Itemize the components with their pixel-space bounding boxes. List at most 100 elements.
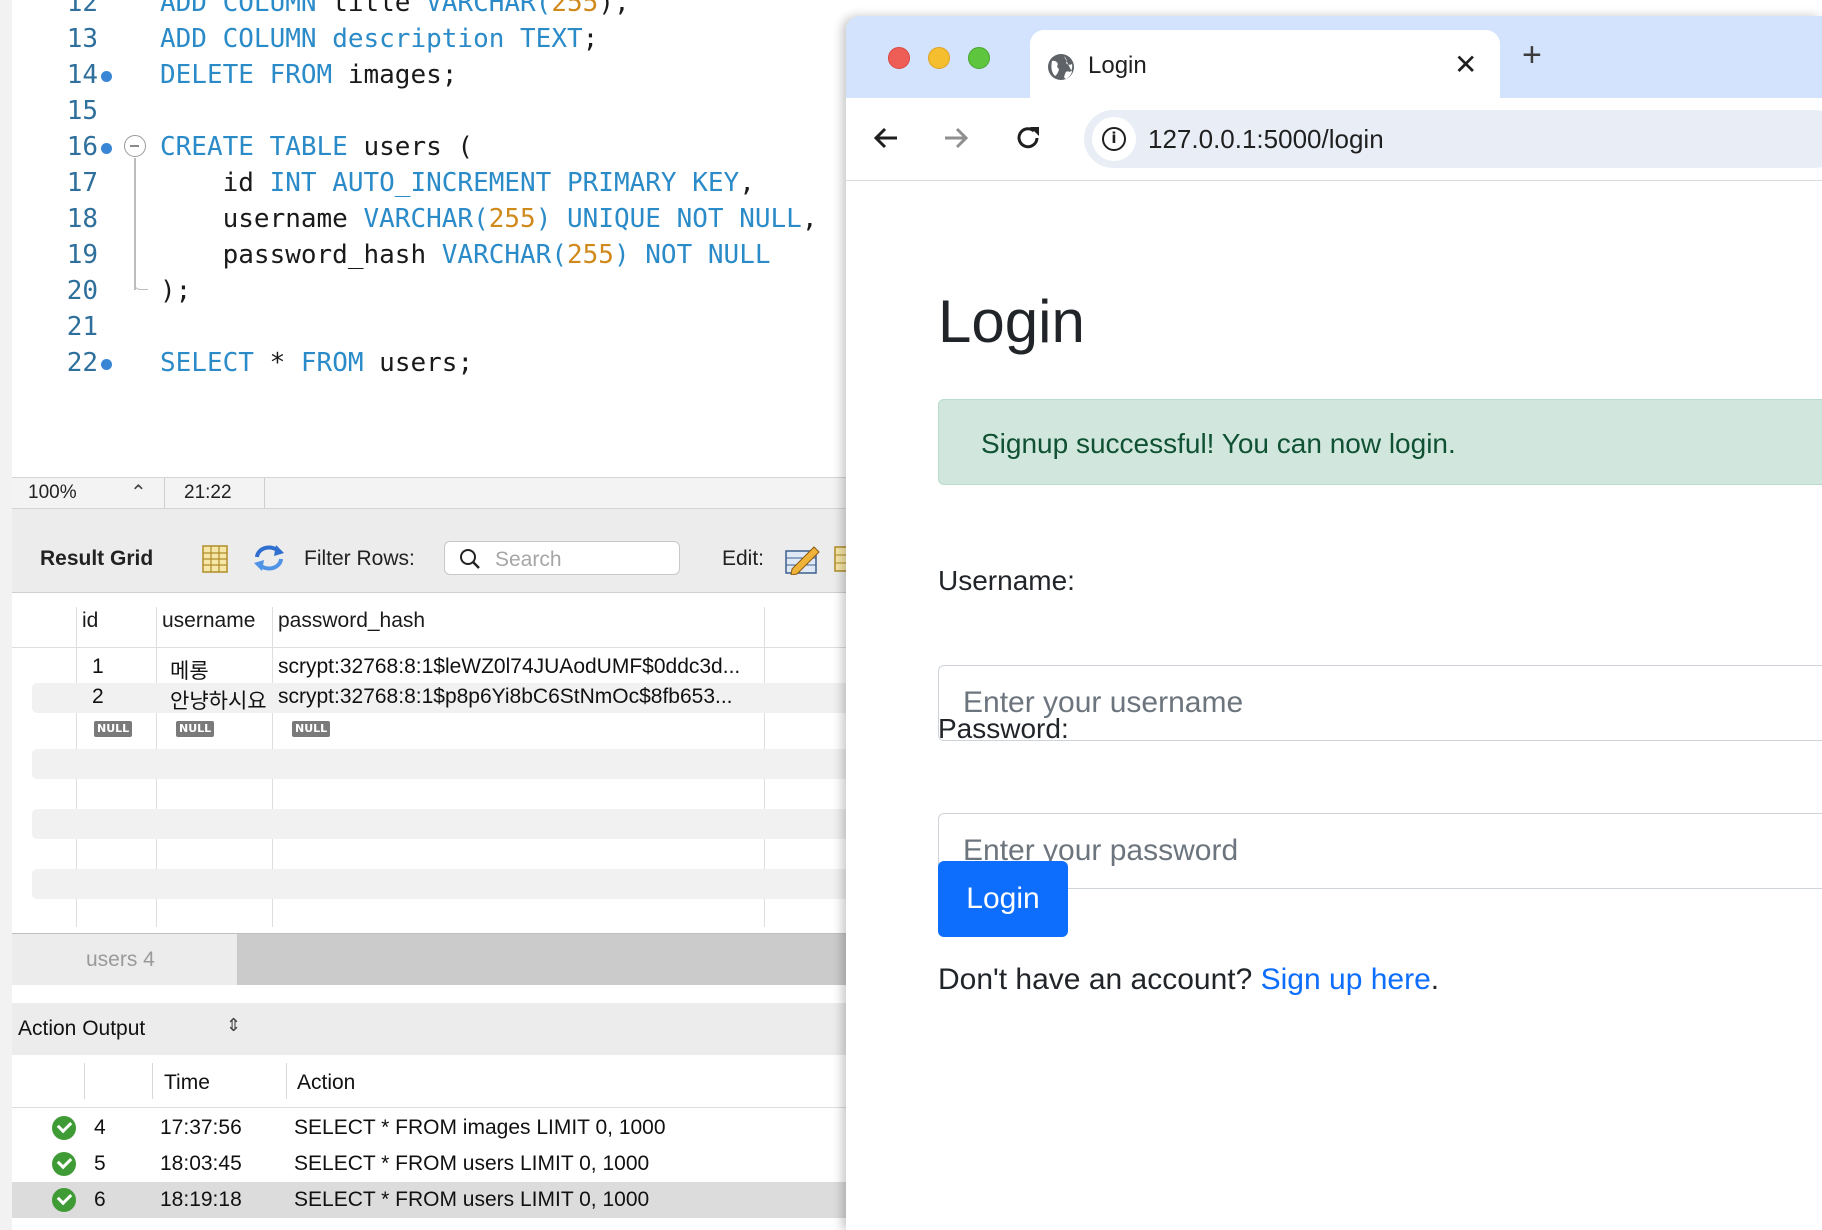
address-bar-url[interactable]: 127.0.0.1:5000/login	[1148, 124, 1384, 155]
signup-suffix: .	[1430, 963, 1440, 996]
window-minimize-button[interactable]	[928, 47, 950, 69]
back-arrow-icon[interactable]	[870, 122, 902, 154]
forward-arrow-icon[interactable]	[940, 122, 972, 154]
cursor-position: 21:22	[184, 482, 232, 503]
result-grid: id username password_hash 1 메롱 scrypt:32…	[12, 593, 850, 933]
browser-tab-login[interactable]: Login ✕	[1030, 30, 1500, 98]
code-token: )	[613, 240, 646, 270]
left-strip	[0, 0, 12, 1230]
login-page: Login Signup successful! You can now log…	[846, 181, 1822, 1230]
page-title: Login	[938, 288, 1085, 355]
code-token: username	[160, 204, 364, 234]
grid-view-icon[interactable]	[202, 545, 228, 573]
browser-tab-strip: Login ✕ +	[846, 16, 1822, 98]
close-icon[interactable]: ✕	[1454, 48, 1477, 81]
zoom-control[interactable]: 100% ⌃	[12, 478, 165, 508]
column-header-action[interactable]: Action	[297, 1071, 355, 1095]
code-token: SELECT	[160, 348, 270, 378]
action-time: 18:19:18	[160, 1188, 242, 1211]
code-token: users;	[379, 348, 474, 378]
username-label: Username:	[938, 565, 1075, 596]
globe-icon	[1048, 54, 1074, 80]
code-token: password_hash	[160, 240, 442, 270]
code-text: SELECT * FROM users;	[160, 342, 473, 384]
cell-id[interactable]: 1	[92, 655, 104, 679]
code-token: 255	[488, 204, 536, 234]
signup-prompt-text: Don't have an account?	[938, 963, 1261, 996]
signup-link[interactable]: Sign up here	[1261, 963, 1431, 996]
column-header-id[interactable]: id	[82, 609, 98, 633]
table-row-new[interactable]: NULL NULL NULL	[32, 713, 850, 743]
code-token: ,	[801, 204, 818, 234]
code-token: )	[535, 204, 568, 234]
login-button[interactable]: Login	[938, 861, 1068, 937]
action-output-row[interactable]: 4 17:37:56 SELECT * FROM images LIMIT 0,…	[12, 1110, 850, 1146]
statement-marker-icon[interactable]	[101, 359, 112, 370]
empty-row	[32, 809, 850, 839]
action-query: SELECT * FROM images LIMIT 0, 1000	[294, 1116, 666, 1139]
code-token: VARCHAR(	[426, 0, 552, 18]
null-badge: NULL	[94, 721, 133, 737]
fold-toggle-icon[interactable]	[124, 135, 146, 157]
success-check-icon	[52, 1188, 76, 1212]
code-token: TEXT	[520, 24, 583, 54]
editor-line[interactable]: 22 SELECT * FROM users;	[12, 342, 850, 384]
action-output-header: Action Output ⇕	[12, 1003, 850, 1055]
chevron-updown-icon[interactable]: ⇕	[226, 1015, 241, 1036]
table-row[interactable]: 1 메롱 scrypt:32768:8:1$leWZ0l74JUAodUMF$0…	[32, 653, 850, 683]
code-token: ADD COLUMN	[160, 0, 333, 18]
result-grid-toolbar: Result Grid Filter Rows: Search Edit:	[12, 527, 854, 593]
filter-search-field[interactable]: Search	[444, 541, 680, 575]
result-grid-title: Result Grid	[40, 547, 154, 570]
window-maximize-button[interactable]	[968, 47, 990, 69]
result-tabs-bar: users 4	[12, 933, 850, 986]
cell-username[interactable]: 메롱	[170, 655, 209, 685]
empty-row	[32, 749, 850, 779]
zoom-stepper-icon[interactable]: ⌃	[130, 480, 147, 505]
cell-id[interactable]: 2	[92, 685, 104, 709]
new-tab-plus-icon[interactable]: +	[1522, 38, 1542, 72]
code-token: id	[160, 168, 270, 198]
action-query: SELECT * FROM users LIMIT 0, 1000	[294, 1152, 650, 1175]
action-output-row[interactable]: 5 18:03:45 SELECT * FROM users LIMIT 0, …	[12, 1146, 850, 1182]
action-output-select[interactable]: Action Output	[18, 1017, 145, 1041]
address-bar[interactable]: i 127.0.0.1:5000/login	[1084, 110, 1822, 168]
edit-label: Edit:	[722, 547, 765, 570]
site-info-icon[interactable]: i	[1092, 117, 1136, 161]
workbench-window: 12 ADD COLUMN title VARCHAR(255), 13 ADD CO…	[0, 0, 854, 1230]
username-input[interactable]	[938, 665, 1822, 741]
cell-password-hash[interactable]: scrypt:32768:8:1$p8p6Yi8bC6StNmOc$8fb653…	[278, 685, 733, 709]
result-tab-users[interactable]: users 4	[12, 934, 238, 986]
action-number: 6	[94, 1188, 106, 1211]
code-token: FROM	[300, 348, 380, 378]
panel-gap	[12, 985, 850, 1003]
code-token: INT AUTO_INCREMENT PRIMARY KEY	[269, 168, 740, 198]
column-header-password-hash[interactable]: password_hash	[278, 609, 425, 633]
column-header-time[interactable]: Time	[164, 1071, 210, 1095]
browser-window: Login ✕ + i 127.0.0.1:5000/login Login S…	[846, 16, 1822, 1230]
window-close-button[interactable]	[888, 47, 910, 69]
password-input[interactable]	[938, 813, 1822, 889]
refresh-icon[interactable]	[252, 543, 286, 573]
status-divider	[264, 478, 265, 508]
browser-toolbar: i 127.0.0.1:5000/login	[846, 98, 1822, 181]
cell-password-hash[interactable]: scrypt:32768:8:1$leWZ0l74JUAodUMF$0ddc3d…	[278, 655, 740, 679]
reload-icon[interactable]	[1012, 122, 1044, 154]
sql-editor[interactable]: 12 ADD COLUMN title VARCHAR(255), 13 ADD CO…	[12, 0, 850, 477]
line-number: 22	[66, 348, 98, 378]
cell-username[interactable]: 안냥하시요	[170, 685, 267, 715]
code-token: );	[160, 276, 192, 306]
tab-title: Login	[1088, 52, 1147, 79]
action-output-row-selected[interactable]: 6 18:19:18 SELECT * FROM users LIMIT 0, …	[12, 1182, 850, 1218]
edit-row-icon[interactable]	[784, 541, 822, 575]
table-row[interactable]: 2 안냥하시요 scrypt:32768:8:1$p8p6Yi8bC6StNmO…	[32, 683, 850, 713]
column-header-username[interactable]: username	[162, 609, 255, 633]
action-time: 17:37:56	[160, 1116, 242, 1139]
success-check-icon	[52, 1152, 76, 1176]
success-check-icon	[52, 1116, 76, 1140]
code-token: 255	[551, 0, 599, 18]
code-token: description	[332, 24, 521, 54]
statement-marker-icon[interactable]	[101, 143, 112, 154]
code-token: ADD COLUMN	[160, 24, 333, 54]
statement-marker-icon[interactable]	[101, 71, 112, 82]
